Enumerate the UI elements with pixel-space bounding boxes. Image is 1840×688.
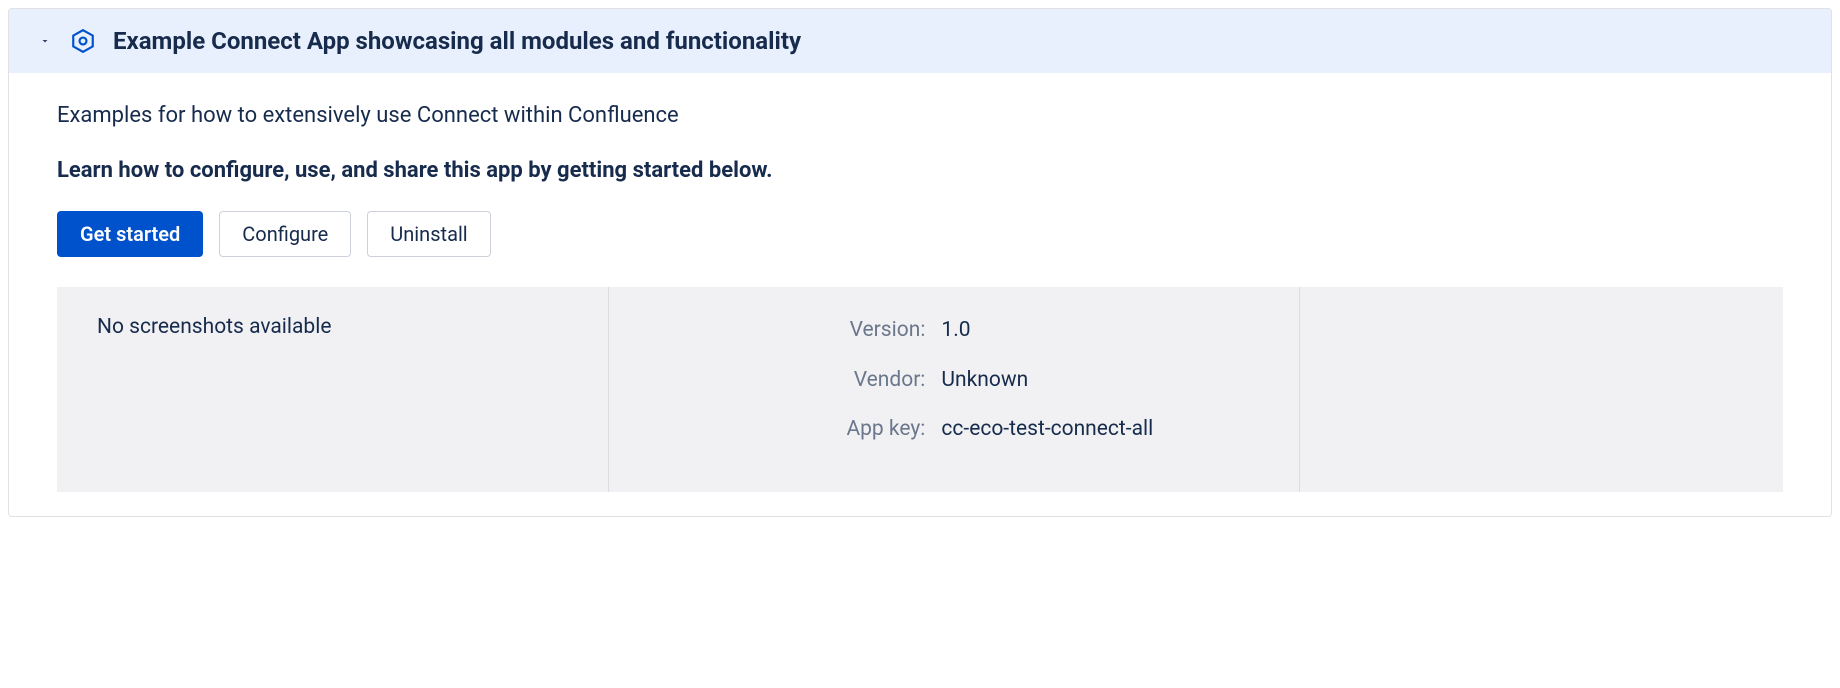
app-panel: Example Connect App showcasing all modul… bbox=[8, 8, 1832, 517]
app-panel-header[interactable]: Example Connect App showcasing all modul… bbox=[9, 9, 1831, 73]
screenshots-column: No screenshots available bbox=[57, 287, 609, 492]
vendor-value: Unknown bbox=[941, 365, 1268, 397]
no-screenshots-text: No screenshots available bbox=[97, 315, 568, 339]
details-column: Version: 1.0 Vendor: Unknown App key: cc… bbox=[609, 287, 1299, 492]
uninstall-button[interactable]: Uninstall bbox=[367, 211, 490, 257]
configure-button[interactable]: Configure bbox=[219, 211, 351, 257]
vendor-label: Vendor: bbox=[639, 365, 941, 397]
button-row: Get started Configure Uninstall bbox=[57, 211, 1783, 257]
get-started-button[interactable]: Get started bbox=[57, 211, 203, 257]
empty-column bbox=[1300, 287, 1783, 492]
detail-row-vendor: Vendor: Unknown bbox=[639, 365, 1268, 397]
app-title: Example Connect App showcasing all modul… bbox=[113, 27, 801, 55]
chevron-down-icon[interactable] bbox=[37, 33, 53, 49]
app-hex-icon bbox=[69, 27, 97, 55]
info-grid: No screenshots available Version: 1.0 Ve… bbox=[57, 287, 1783, 492]
appkey-label: App key: bbox=[639, 414, 941, 446]
detail-row-version: Version: 1.0 bbox=[639, 315, 1268, 347]
app-panel-body: Examples for how to extensively use Conn… bbox=[9, 73, 1831, 516]
app-instruction: Learn how to configure, use, and share t… bbox=[57, 158, 1783, 183]
appkey-value: cc-eco-test-connect-all bbox=[941, 414, 1268, 446]
version-value: 1.0 bbox=[941, 315, 1268, 347]
version-label: Version: bbox=[639, 315, 941, 347]
detail-row-appkey: App key: cc-eco-test-connect-all bbox=[639, 414, 1268, 446]
app-description: Examples for how to extensively use Conn… bbox=[57, 103, 1783, 128]
